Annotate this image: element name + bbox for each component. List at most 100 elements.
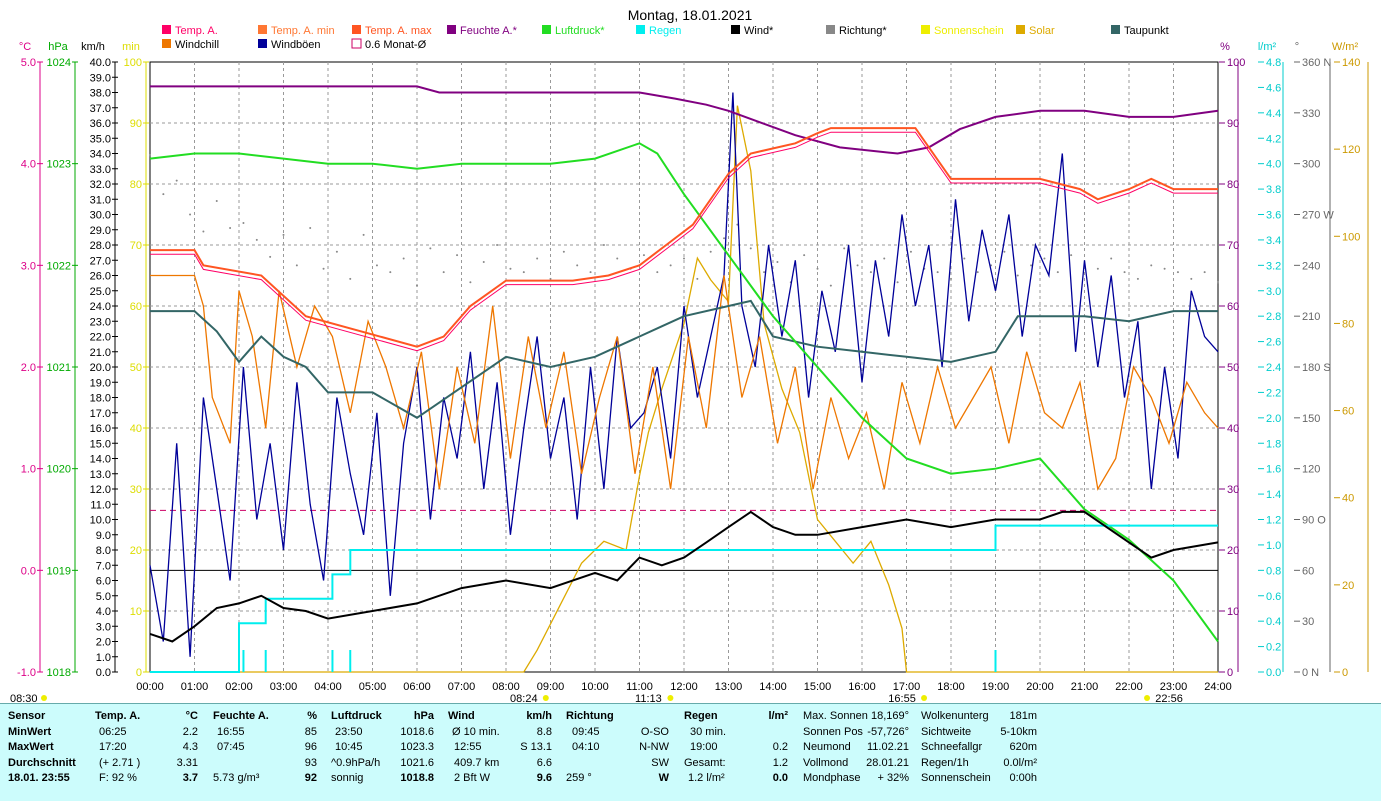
feuchte-max-value: 96: [304, 741, 317, 753]
richtung-point: [456, 254, 459, 257]
degree-axis-tick-label: 0 N: [1302, 667, 1319, 679]
minwert-label: MinWert: [8, 725, 52, 738]
rain-axis-tick-label: 4.8: [1266, 57, 1281, 69]
axis-unit-wm2: W/m²: [1332, 41, 1359, 53]
degree-axis-tick-label: 240: [1302, 260, 1320, 272]
richtung-point: [1016, 274, 1019, 277]
rain-axis-tick-label: 1.2: [1266, 515, 1281, 527]
kmh-axis-tick-label: 14.0: [90, 454, 111, 466]
regen-30min-label: 30 min.: [690, 725, 727, 738]
richtung-point: [482, 260, 485, 263]
richtung-point: [536, 257, 539, 260]
wind-column: Wind km/h Ø 10 min. 8.8 12:55 S 13.1 409.7 …: [448, 709, 552, 787]
luftdruck-max-time: 10:45: [335, 741, 363, 753]
rain-axis-tick-label: 2.8: [1266, 311, 1281, 323]
min-axis-tick-label: 50: [130, 362, 142, 374]
min-axis-tick-label: 100: [124, 57, 142, 69]
celsius-axis-tick-label: 2.0: [21, 362, 36, 374]
legend-label: 0.6 Monat-Ø: [365, 39, 427, 51]
feuchte-header: Feuchte A.: [213, 710, 269, 722]
luftdruck-trend: ^0.9hPa/h: [331, 756, 381, 769]
wind-day-avg: 6.6: [536, 756, 552, 769]
legend-label: Taupunkt: [1124, 25, 1169, 37]
richtung-max-time: 04:10: [572, 741, 600, 753]
wm2-axis-tick-label: 100: [1342, 231, 1360, 243]
richtung-point: [829, 284, 832, 287]
hpa-axis-tick-label: 1022: [47, 260, 71, 272]
richtung-point: [656, 271, 659, 274]
rain-axis-tick-label: 1.6: [1266, 464, 1281, 476]
celsius-axis-tick-label: 5.0: [21, 57, 36, 69]
temp-max-value: 4.3: [182, 741, 198, 753]
richtung-point: [1070, 254, 1073, 257]
legend-swatch: [351, 38, 362, 49]
richtung-point: [589, 271, 592, 274]
time-marker-label: 11:13: [635, 693, 662, 703]
degree-axis-tick-label: 210: [1302, 311, 1320, 323]
regen-1h-value: 0.0l/m²: [1003, 756, 1037, 769]
wind-max-value: S 13.1: [520, 741, 552, 753]
vollmond-value: 28.01.21: [866, 756, 909, 769]
percent-axis-tick-label: 90: [1227, 118, 1239, 130]
legend-label: Windchill: [175, 39, 219, 51]
wm2-axis-tick-label: 120: [1342, 144, 1360, 156]
richtung-point: [309, 227, 312, 230]
richtung-point: [843, 247, 846, 250]
axis-unit-percent: %: [1220, 41, 1230, 53]
wind-max-time: 12:55: [454, 741, 482, 753]
durchschnitt-label: Durchschnitt: [8, 756, 76, 769]
hpa-axis-tick-label: 1019: [47, 565, 71, 577]
richtung-point: [322, 267, 325, 270]
wind-run: 409.7 km: [454, 756, 500, 769]
richtung-point: [362, 233, 365, 236]
wm2-axis-tick-label: 140: [1342, 57, 1360, 69]
kmh-axis-tick-label: 37.0: [90, 103, 111, 115]
sensor-column: Sensor MinWert MaxWert Durchschnitt 18.0…: [8, 709, 78, 787]
rain-axis-tick-label: 4.2: [1266, 133, 1281, 145]
sensor-header: Sensor: [8, 710, 46, 722]
wm2-axis-tick-label: 0: [1342, 667, 1348, 679]
legend-swatch: [636, 25, 645, 34]
feuchte-abs: 5.73 g/m³: [213, 772, 260, 784]
percent-axis-tick-label: 10: [1227, 606, 1239, 618]
rain-axis-tick-label: 3.4: [1266, 235, 1281, 247]
kmh-axis-tick-label: 13.0: [90, 469, 111, 481]
kmh-axis-tick-label: 21.0: [90, 347, 111, 359]
rain-axis-tick-label: 0.4: [1266, 616, 1281, 628]
kmh-axis-tick-label: 1.0: [96, 652, 111, 664]
richtung-max-value: N-NW: [639, 741, 669, 753]
legend-swatch: [258, 25, 267, 34]
feuchte-min-value: 85: [304, 725, 317, 738]
schneefallgr-label: Schneefallgr: [921, 741, 983, 753]
wind-avg-value: 8.8: [536, 725, 552, 738]
richtung-point: [856, 264, 859, 267]
richtung-header: Richtung: [566, 710, 614, 722]
sonne-max-label: Max. Sonnen: [803, 710, 868, 722]
vollmond-label: Vollmond: [803, 756, 849, 769]
wolkenunterg-label: Wolkenunterg: [921, 710, 989, 722]
luftdruck-header: Luftdruck: [331, 710, 382, 722]
x-tick-label: 15:00: [804, 681, 832, 693]
richtung-point: [1110, 257, 1113, 260]
richtung-min-time: 09:45: [572, 725, 600, 738]
richtung-min-value: O-SO: [640, 725, 669, 738]
legend-label: Richtung*: [839, 25, 887, 37]
regen-total-value: 1.2: [772, 756, 788, 769]
richtung-column: Richtung 09:45 O-SO 04:10 N-NW SW 259 ° W: [566, 709, 669, 787]
rain-axis-tick-label: 4.0: [1266, 159, 1281, 171]
richtung-point: [1123, 271, 1126, 274]
legend-label: Temp. A. min: [271, 25, 335, 37]
legend-swatch: [542, 25, 551, 34]
kmh-axis-tick-label: 16.0: [90, 423, 111, 435]
temp-column: Temp. A. °C 06:25 2.2 17:20 4.3 (+ 2.71 ) 3.…: [95, 709, 198, 787]
kmh-axis-tick-label: 19.0: [90, 377, 111, 389]
temp-min-value: 2.2: [182, 725, 198, 738]
rain-axis-tick-label: 2.4: [1266, 362, 1281, 374]
wind-unit: km/h: [526, 710, 552, 722]
celsius-axis-tick-label: 1.0: [21, 464, 36, 476]
x-tick-label: 23:00: [1160, 681, 1188, 693]
rain-axis-tick-label: 0.2: [1266, 642, 1281, 654]
percent-axis-tick-label: 30: [1227, 484, 1239, 496]
hpa-axis-tick-label: 1018: [47, 667, 71, 679]
hpa-axis-tick-label: 1020: [47, 464, 71, 476]
